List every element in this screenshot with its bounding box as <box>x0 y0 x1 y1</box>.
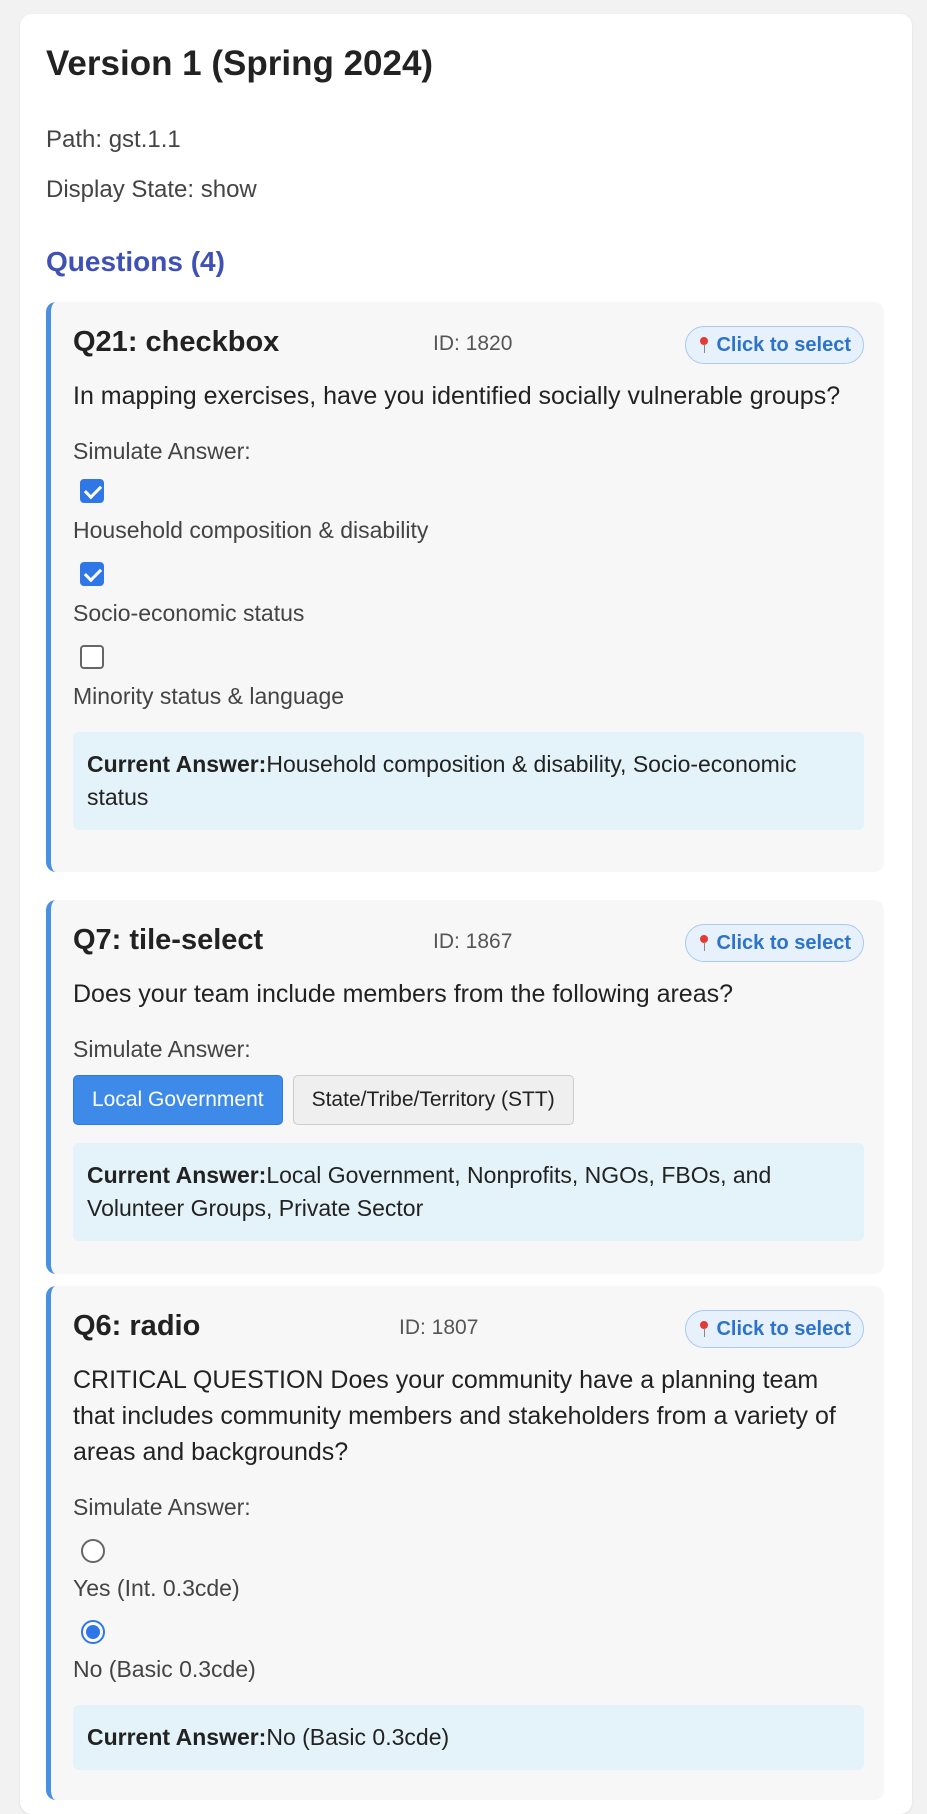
simulate-answer-label: Simulate Answer: <box>73 1494 251 1520</box>
version-panel: Version 1 (Spring 2024) Path: gst.1.1 Di… <box>20 14 912 1814</box>
pin-icon <box>698 934 710 952</box>
current-answer-label: Current Answer: <box>87 1724 267 1750</box>
option-radio[interactable] <box>81 1539 105 1563</box>
question-title: Q7: tile-select <box>73 924 264 956</box>
question-card-q6: Q6: radio ID: 1807 Click to select CRITI… <box>46 1286 884 1800</box>
select-button-label: Click to select <box>716 333 851 356</box>
simulate-answer-label: Simulate Answer: <box>73 438 251 464</box>
pin-icon <box>698 336 710 354</box>
question-title: Q21: checkbox <box>73 326 280 358</box>
option-checkbox[interactable] <box>80 645 104 669</box>
current-answer-box: Current Answer:Household composition & d… <box>73 732 864 830</box>
questions-heading: Questions (4) <box>46 246 225 277</box>
display-state-text: Display State: show <box>46 176 257 203</box>
click-to-select-button[interactable]: Click to select <box>685 326 864 364</box>
question-text: CRITICAL QUESTION Does your community ha… <box>73 1366 836 1466</box>
current-answer-box: Current Answer:No (Basic 0.3cde) <box>73 1705 864 1770</box>
question-id: ID: 1807 <box>399 1316 479 1339</box>
question-card-q7: Q7: tile-select ID: 1867 Click to select… <box>46 900 884 1274</box>
current-answer-value: No (Basic 0.3cde) <box>266 1724 450 1750</box>
question-title: Q6: radio <box>73 1310 201 1342</box>
click-to-select-button[interactable]: Click to select <box>685 1310 864 1348</box>
current-answer-label: Current Answer: <box>87 1162 267 1188</box>
tile-option-stt[interactable]: State/Tribe/Territory (STT) <box>292 1075 574 1125</box>
option-radio[interactable] <box>81 1620 105 1644</box>
click-to-select-button[interactable]: Click to select <box>685 924 864 962</box>
question-text: In mapping exercises, have you identifie… <box>73 382 841 410</box>
question-id: ID: 1820 <box>433 332 513 355</box>
option-checkbox[interactable] <box>80 562 104 586</box>
option-label: No (Basic 0.3cde) <box>73 1656 256 1682</box>
option-label: Minority status & language <box>73 683 345 709</box>
question-card-q21: Q21: checkbox ID: 1820 Click to select I… <box>46 302 884 872</box>
tile-option-local-government[interactable]: Local Government <box>73 1075 283 1125</box>
option-label: Household composition & disability <box>73 517 429 543</box>
path-text: Path: gst.1.1 <box>46 126 181 153</box>
current-answer-label: Current Answer: <box>87 751 267 777</box>
simulate-answer-label: Simulate Answer: <box>73 1036 251 1062</box>
option-label: Yes (Int. 0.3cde) <box>73 1575 240 1601</box>
version-title: Version 1 (Spring 2024) <box>46 44 434 83</box>
question-text: Does your team include members from the … <box>73 980 734 1008</box>
select-button-label: Click to select <box>716 1317 851 1340</box>
current-answer-box: Current Answer:Local Government, Nonprof… <box>73 1143 864 1241</box>
pin-icon <box>698 1320 710 1338</box>
option-label: Socio-economic status <box>73 600 305 626</box>
select-button-label: Click to select <box>716 931 851 954</box>
question-id: ID: 1867 <box>433 930 513 953</box>
option-checkbox[interactable] <box>80 479 104 503</box>
